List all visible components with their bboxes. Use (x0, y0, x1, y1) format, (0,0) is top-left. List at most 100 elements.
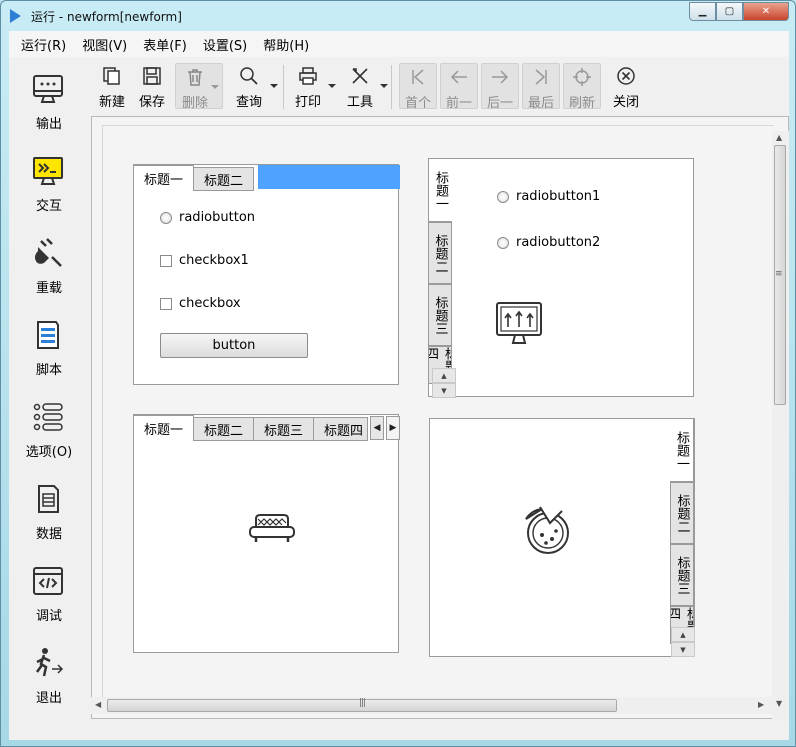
checkbox-box[interactable] (160, 297, 172, 310)
checkbox-box[interactable] (160, 254, 172, 267)
sidebar: 输出 交互 重载 脚本 选项(O) 数据 调试 退出 (9, 59, 89, 740)
tab-scroll-right[interactable]: ▶ (386, 416, 400, 440)
radiobutton1-row[interactable]: radiobutton1 (497, 189, 600, 204)
client-area: 运行(R) 视图(V) 表单(F) 设置(S) 帮助(H) 输出 交互 重载 脚… (9, 31, 789, 740)
print-button[interactable]: 打印 (289, 63, 336, 110)
maximize-button[interactable]: ▢ (716, 2, 743, 21)
panel3-tab-2[interactable]: 标题二 (194, 417, 255, 441)
menu-bar: 运行(R) 视图(V) 表单(F) 设置(S) 帮助(H) (9, 31, 789, 57)
sidebar-item-exit[interactable]: 退出 (9, 647, 89, 727)
panel3-tab-4[interactable]: 标题四 (314, 417, 369, 441)
panel4-tab-2[interactable]: 标题二 (670, 482, 694, 544)
script-icon (37, 321, 59, 349)
delete-button[interactable]: 删除 (175, 63, 223, 111)
sidebar-item-data[interactable]: 数据 (9, 483, 89, 563)
close-window-button[interactable]: ✕ (743, 2, 789, 21)
tab-scroll-left[interactable]: ◀ (370, 416, 384, 440)
first-record-icon (412, 69, 424, 85)
scroll-up-icon[interactable]: ▲ (776, 133, 782, 142)
refresh-icon (573, 68, 591, 86)
refresh-button[interactable]: 刷新 (563, 63, 601, 111)
sidebar-item-output[interactable]: 输出 (9, 73, 89, 153)
panel3-tab-3[interactable]: 标题三 (254, 417, 315, 441)
save-label: 保存 (138, 95, 165, 110)
sidebar-item-script[interactable]: 脚本 (9, 319, 89, 399)
upload-monitor-icon (496, 302, 542, 344)
new-button[interactable]: 新建 (95, 63, 129, 110)
delete-label: 删除 (181, 96, 208, 111)
print-label: 打印 (294, 95, 321, 110)
sofa-icon (249, 514, 295, 542)
menu-run[interactable]: 运行(R) (13, 35, 74, 54)
tools-label: 工具 (346, 95, 373, 110)
radiobutton-row[interactable]: radiobutton (160, 210, 255, 225)
trash-icon (188, 69, 202, 86)
radio1-label: radiobutton1 (516, 189, 601, 204)
sidebar-item-interact[interactable]: 交互 (9, 155, 89, 235)
query-label: 查询 (235, 95, 262, 110)
tab-strip-highlight (258, 165, 400, 189)
close-label: 关闭 (612, 95, 639, 110)
scroll-down-icon[interactable]: ▼ (776, 699, 782, 708)
tab-panel-4: 标题一 标题二 标题三 标题四 ▲ ▼ (429, 418, 695, 657)
tab-scroll-up[interactable]: ▲ (432, 368, 456, 383)
tab-scroll-up[interactable]: ▲ (671, 627, 695, 642)
panel2-tab-2[interactable]: 标题二 (428, 222, 452, 284)
menu-help[interactable]: 帮助(H) (255, 35, 317, 54)
scroll-grip-icon: ≡ (775, 269, 782, 279)
tab-panel-2: 标题一 标题二 标题三 标题四 ▲ ▼ radiobutton1 radiobu… (428, 158, 694, 398)
delete-dropdown-icon[interactable] (211, 85, 219, 89)
checkbox2-row[interactable]: checkbox (160, 296, 241, 311)
tools-dropdown-icon[interactable] (380, 84, 388, 88)
pie-chart-icon (525, 506, 569, 554)
tab-scroll-down[interactable]: ▼ (432, 383, 456, 398)
radio-circle[interactable] (160, 211, 172, 224)
panel4-tab-3[interactable]: 标题三 (670, 544, 694, 606)
form-canvas: 标题一 标题二 radiobutton checkbox1 checkbox b… (91, 116, 789, 719)
menu-form[interactable]: 表单(F) (135, 35, 195, 54)
menu-settings[interactable]: 设置(S) (195, 35, 255, 54)
close-button[interactable]: 关闭 (607, 63, 645, 110)
panel1-tab-2[interactable]: 标题二 (194, 167, 255, 191)
panel4-tab-1[interactable]: 标题一 (670, 418, 694, 482)
sidebar-label: 交互 (35, 199, 62, 214)
prev-button[interactable]: 前一 (440, 63, 478, 111)
print-dropdown-icon[interactable] (328, 84, 336, 88)
tools-button[interactable]: 工具 (341, 63, 388, 110)
sidebar-item-options[interactable]: 选项(O) (9, 401, 89, 481)
panel2-tab-3[interactable]: 标题三 (428, 284, 452, 346)
sidebar-label: 输出 (35, 117, 62, 132)
last-button[interactable]: 最后 (522, 63, 560, 111)
checkbox1-label: checkbox1 (179, 253, 249, 268)
sidebar-item-debug[interactable]: 调试 (9, 565, 89, 645)
query-dropdown-icon[interactable] (270, 84, 278, 88)
scroll-right-icon[interactable]: ▶ (758, 700, 764, 709)
vertical-scrollbar[interactable]: ▲ ≡ ▼ (772, 131, 789, 721)
checkbox1-row[interactable]: checkbox1 (160, 253, 249, 268)
radio-circle[interactable] (497, 236, 509, 249)
panel1-tab-1[interactable]: 标题一 (134, 165, 195, 191)
monitor-icon (33, 75, 63, 103)
save-button[interactable]: 保存 (135, 63, 169, 110)
tab-scroll-down[interactable]: ▼ (671, 642, 695, 657)
scroll-left-icon[interactable]: ◀ (95, 700, 101, 709)
first-button[interactable]: 首个 (399, 63, 437, 111)
radio-circle[interactable] (497, 190, 509, 203)
sidebar-label: 重载 (35, 281, 62, 296)
menu-view[interactable]: 视图(V) (74, 35, 135, 54)
push-button[interactable]: button (160, 333, 308, 358)
query-button[interactable]: 查询 (229, 63, 278, 110)
search-icon (240, 67, 258, 85)
panel3-tab-1[interactable]: 标题一 (134, 415, 195, 441)
first-label: 首个 (404, 96, 431, 111)
minimize-button[interactable]: ▁ (689, 2, 716, 21)
list-icon (33, 403, 63, 431)
sidebar-item-reload[interactable]: 重载 (9, 237, 89, 317)
radiobutton2-row[interactable]: radiobutton2 (497, 235, 600, 250)
checkbox2-label: checkbox (179, 296, 241, 311)
data-icon (38, 485, 59, 513)
sidebar-label: 选项(O) (25, 445, 73, 460)
panel2-tab-1[interactable]: 标题一 (428, 158, 452, 222)
next-button[interactable]: 后一 (481, 63, 519, 111)
horizontal-scrollbar[interactable]: ◀ ||| ▶ (91, 697, 772, 714)
